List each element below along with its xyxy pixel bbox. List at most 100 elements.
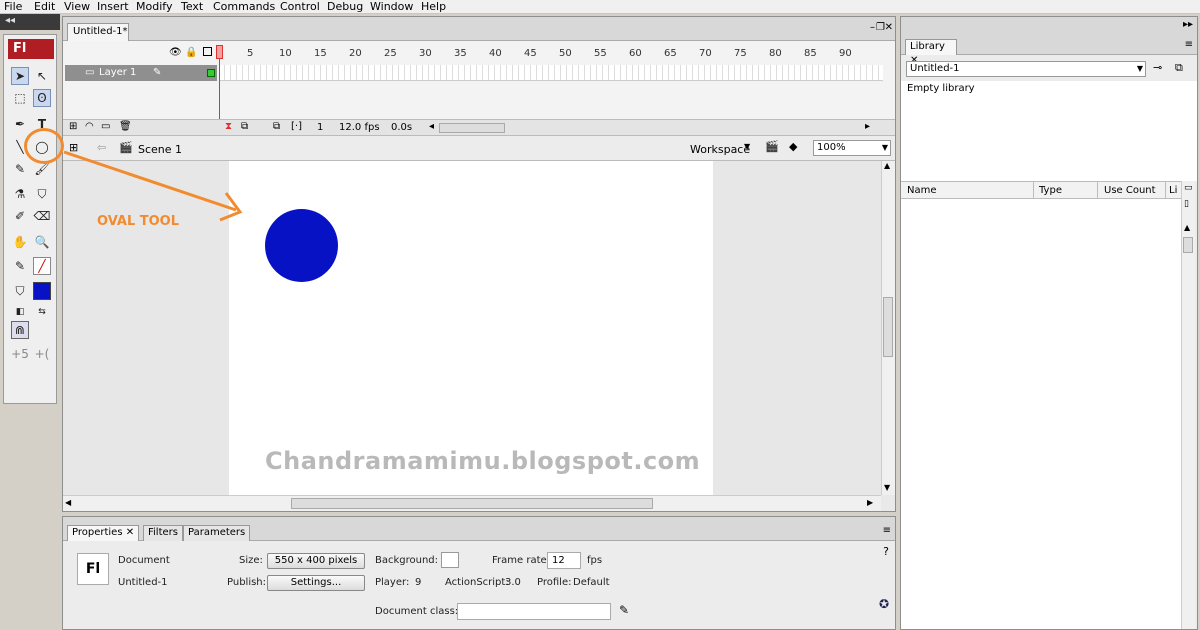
library-document-value: Untitled-1 bbox=[910, 63, 960, 74]
wide-panel-icon[interactable]: ▯ bbox=[1184, 199, 1189, 209]
tab-filters[interactable]: Filters bbox=[143, 525, 183, 541]
tick-label: 25 bbox=[384, 48, 397, 59]
tick-label: 40 bbox=[489, 48, 502, 59]
document-class-input[interactable] bbox=[457, 603, 611, 620]
accessibility-icon[interactable]: ✪ bbox=[879, 597, 889, 611]
tick-label: 35 bbox=[454, 48, 467, 59]
library-vscroll-thumb[interactable] bbox=[1183, 237, 1193, 253]
player-value: 9 bbox=[415, 577, 422, 588]
chevron-down-icon: ▼ bbox=[1136, 64, 1143, 73]
annotation-label: OVAL TOOL bbox=[97, 214, 180, 229]
menu-help[interactable]: Help bbox=[421, 0, 446, 13]
zoom-select[interactable]: 100% ▼ bbox=[813, 140, 891, 156]
panel-menu-icon[interactable]: ≡ bbox=[883, 525, 891, 536]
black-white-icon[interactable]: ◧ bbox=[11, 303, 29, 321]
help-icon[interactable]: ? bbox=[883, 545, 889, 558]
document-class-label: Document class: bbox=[375, 606, 459, 617]
scroll-up-icon[interactable]: ▲ bbox=[1184, 223, 1190, 232]
fps-unit: fps bbox=[587, 555, 603, 566]
edit-pencil-icon[interactable]: ✎ bbox=[619, 603, 629, 617]
column-use-count[interactable]: Use Count bbox=[1104, 185, 1156, 196]
fill-color-icon[interactable]: ⛉ bbox=[11, 282, 29, 300]
menu-window[interactable]: Window bbox=[370, 0, 413, 13]
new-library-icon[interactable]: ⧉ bbox=[1175, 61, 1183, 75]
tick-label: 50 bbox=[559, 48, 572, 59]
timeline-ruler[interactable]: 5 10 15 20 25 30 35 40 45 50 55 60 65 70… bbox=[219, 45, 879, 61]
tick-label: 15 bbox=[314, 48, 327, 59]
size-label: Size: bbox=[239, 555, 263, 566]
tick-label: 90 bbox=[839, 48, 852, 59]
tick-label: 65 bbox=[664, 48, 677, 59]
close-icon[interactable]: ✕ bbox=[885, 22, 893, 33]
fill-color-swatch[interactable] bbox=[33, 282, 51, 300]
dropdown-icon: ▼ bbox=[744, 142, 751, 151]
stage-vscroll[interactable]: ▲ ▼ bbox=[881, 161, 895, 495]
properties-tab-bar: Properties ✕ Filters Parameters ≡ bbox=[63, 517, 895, 541]
frame-rate-display: 12.0 fps bbox=[339, 122, 380, 133]
properties-panel: Properties ✕ Filters Parameters ≡ Fl Doc… bbox=[62, 516, 896, 630]
profile-label: Profile: bbox=[537, 577, 572, 588]
workspace-menu[interactable]: Workspace bbox=[690, 143, 750, 156]
frame-grid[interactable] bbox=[219, 65, 883, 81]
tick-label: 70 bbox=[699, 48, 712, 59]
document-type-icon: Fl bbox=[77, 553, 109, 585]
chevron-down-icon: ▼ bbox=[881, 143, 888, 152]
actionscript-label: ActionScript: bbox=[445, 577, 509, 588]
scroll-right-icon[interactable]: ▶ bbox=[867, 498, 873, 507]
straighten-icon[interactable]: +( bbox=[33, 345, 51, 363]
stage[interactable]: Chandramamimu.blogspot.com bbox=[229, 161, 713, 495]
frame-rate-label: Frame rate: bbox=[492, 555, 551, 566]
library-preview: Empty library bbox=[901, 81, 1197, 181]
tick-label: 75 bbox=[734, 48, 747, 59]
column-linkage[interactable]: Li bbox=[1169, 185, 1177, 196]
actionscript-value: 3.0 bbox=[505, 577, 521, 588]
pin-icon[interactable]: ⊸ bbox=[1153, 61, 1162, 74]
hscroll-thumb[interactable] bbox=[291, 498, 653, 509]
background-color-swatch[interactable] bbox=[441, 552, 459, 568]
profile-value: Default bbox=[573, 577, 610, 588]
edit-symbol-icon[interactable]: ◆ bbox=[789, 140, 797, 153]
library-document-select[interactable]: Untitled-1 ▼ bbox=[906, 61, 1146, 77]
library-panel: Library ✕ ▸▸ ≡ Untitled-1 ▼ ⊸ ⧉ Empty li… bbox=[900, 16, 1198, 630]
publish-label: Publish: bbox=[227, 577, 267, 588]
scroll-left-icon[interactable]: ◀ bbox=[65, 498, 71, 507]
column-type[interactable]: Type bbox=[1039, 185, 1062, 196]
narrow-panel-icon[interactable]: ▭ bbox=[1184, 183, 1193, 193]
current-frame: 1 bbox=[317, 122, 324, 133]
swap-colors-icon[interactable]: ⇆ bbox=[33, 303, 51, 321]
tick-label: 60 bbox=[629, 48, 642, 59]
tab-parameters[interactable]: Parameters bbox=[183, 525, 251, 541]
library-item-list[interactable] bbox=[901, 199, 1181, 629]
library-column-header: Name Type Use Count Li bbox=[901, 181, 1181, 199]
scroll-up-icon[interactable]: ▲ bbox=[884, 161, 890, 170]
tab-library[interactable]: Library ✕ bbox=[905, 39, 957, 66]
tick-label: 45 bbox=[524, 48, 537, 59]
scroll-right-icon[interactable]: ▸ bbox=[865, 121, 870, 132]
size-button[interactable]: 550 x 400 pixels bbox=[267, 553, 365, 569]
menu-debug[interactable]: Debug bbox=[327, 0, 363, 13]
scroll-left-icon[interactable]: ◂ bbox=[429, 121, 434, 132]
smooth-icon[interactable]: +5 bbox=[11, 345, 29, 363]
scroll-down-icon[interactable]: ▼ bbox=[884, 483, 890, 492]
tick-label: 80 bbox=[769, 48, 782, 59]
doc-name: Untitled-1 bbox=[118, 577, 168, 588]
tick-label: 85 bbox=[804, 48, 817, 59]
tab-properties[interactable]: Properties ✕ bbox=[67, 525, 140, 541]
panel-menu-icon[interactable]: ≡ bbox=[1185, 39, 1193, 50]
edit-scene-icon[interactable]: 🎬 bbox=[765, 140, 779, 153]
stage-hscroll[interactable]: ◀ ▶ bbox=[63, 495, 881, 511]
settings-button[interactable]: Settings... bbox=[267, 575, 365, 591]
watermark-text: Chandramamimu.blogspot.com bbox=[265, 447, 701, 475]
timeline-hscroll-thumb[interactable] bbox=[439, 123, 505, 133]
minimize-icon[interactable]: – bbox=[870, 22, 875, 33]
vscroll-thumb[interactable] bbox=[883, 297, 893, 357]
tick-label: 20 bbox=[349, 48, 362, 59]
elapsed-time: 0.0s bbox=[391, 122, 413, 133]
library-vscroll[interactable]: ▭ ▯ ▲ bbox=[1181, 181, 1195, 629]
library-tab-bar: Library ✕ ▸▸ ≡ bbox=[901, 17, 1197, 66]
collapse-icon[interactable]: ▸▸ bbox=[1183, 19, 1193, 30]
frame-rate-input[interactable]: 12 bbox=[547, 552, 581, 569]
column-name[interactable]: Name bbox=[907, 185, 937, 196]
tick-label: 55 bbox=[594, 48, 607, 59]
object-drawing-icon[interactable]: ⋒ bbox=[11, 321, 29, 339]
